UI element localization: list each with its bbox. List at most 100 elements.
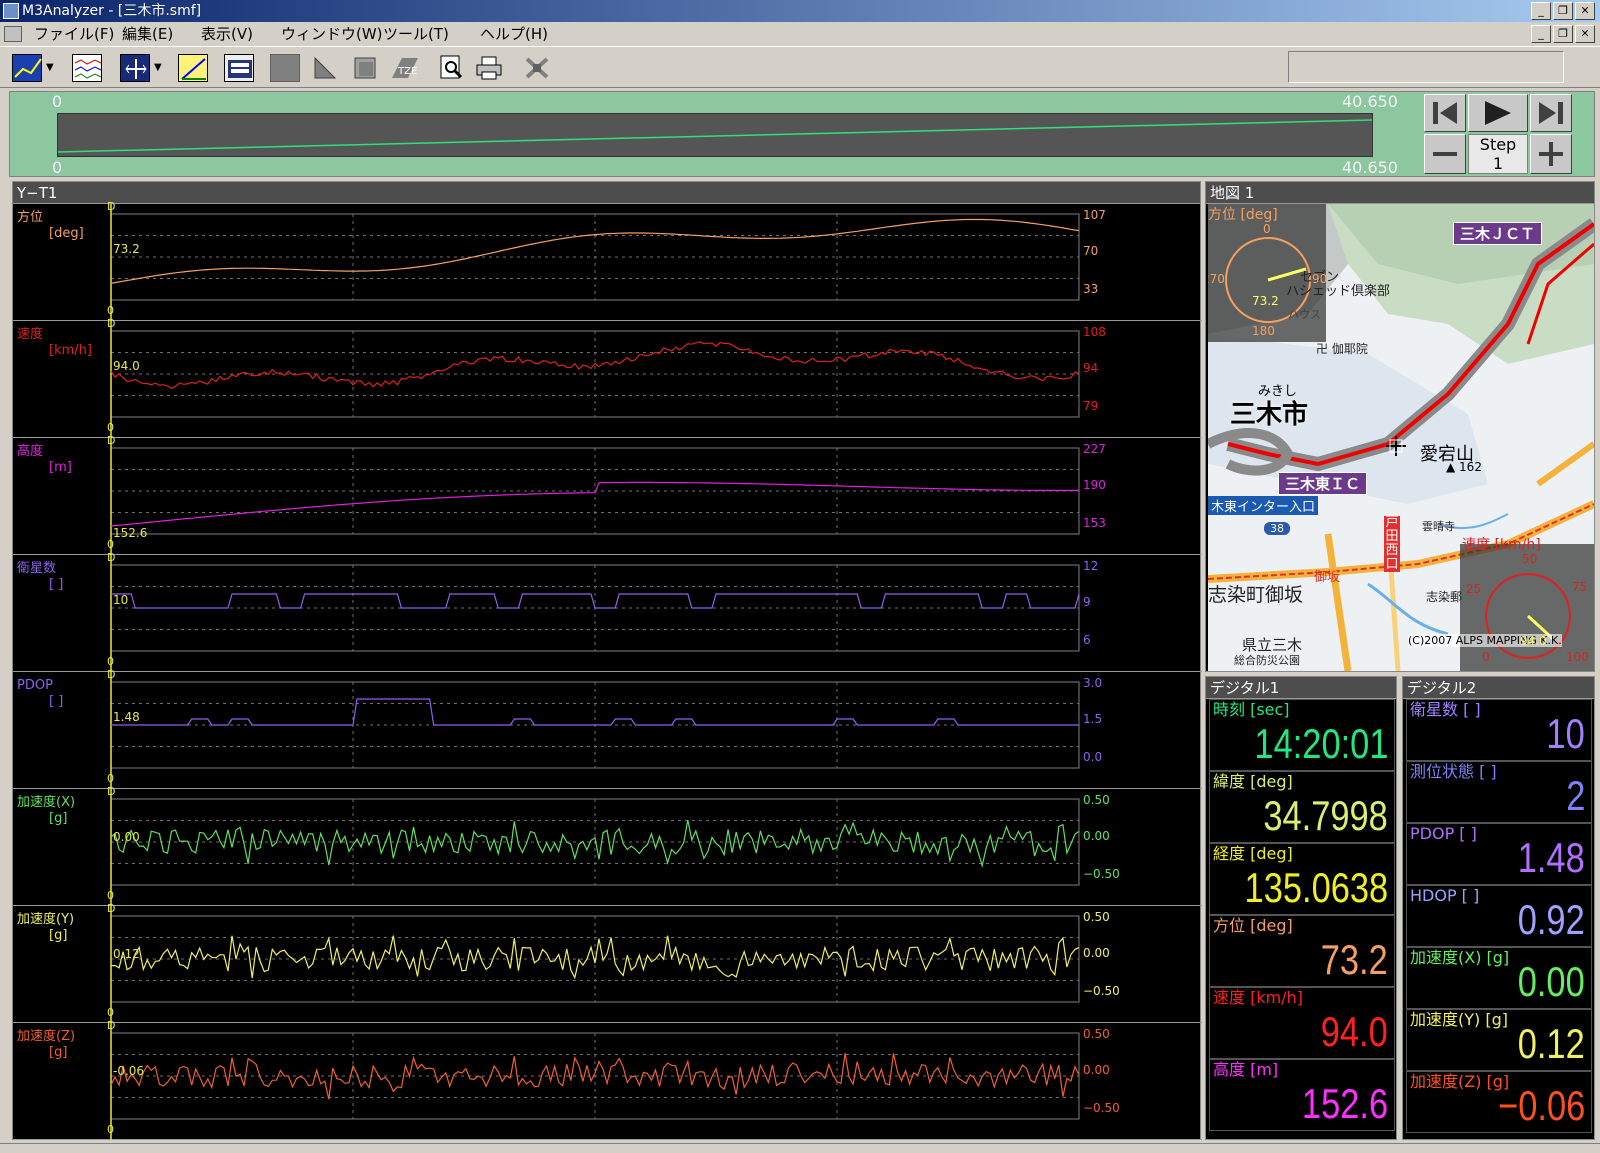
menu-view[interactable]: 表示(V) <box>201 22 253 46</box>
xy-dropdown-icon[interactable]: ▼ <box>154 54 168 82</box>
chart-zero-label: 0 <box>107 655 114 668</box>
menu-edit[interactable]: 編集(E) <box>122 22 173 46</box>
yt-chart[interactable]: 加速度(Y) [g] D 0 0.12 0.50 0.00 −0.50 <box>13 902 1202 1023</box>
map-label-mountain-height: ▲ 162 <box>1446 460 1482 474</box>
chart-plot <box>110 321 1080 438</box>
digital-cell[interactable]: 速度 [km/h] 94.0 <box>1209 987 1395 1059</box>
digital-cell-value: 0.00 <box>1517 958 1585 1005</box>
yt-chart[interactable]: 加速度(Z) [g] D 0 -0.06 0.50 0.00 −0.50 <box>13 1019 1202 1140</box>
play-icon <box>1485 101 1511 125</box>
xy-graph-icon[interactable] <box>120 54 150 82</box>
axis-tick-label: 108 <box>1083 325 1106 339</box>
axis-tick-label: 70 <box>1083 244 1099 258</box>
step-display: Step 1 <box>1468 134 1528 174</box>
chart-current-value: 0.00 <box>113 830 140 844</box>
axis-tick-label: 107 <box>1083 208 1106 222</box>
menu-help[interactable]: ヘルプ(H) <box>480 22 548 46</box>
chart-zero-label: 0 <box>107 421 114 434</box>
print-icon[interactable] <box>474 54 504 82</box>
speed-gauge-75: 75 <box>1572 580 1588 594</box>
digital-cell[interactable]: HDOP [ ] 0.92 <box>1406 885 1592 947</box>
app-icon <box>3 3 19 19</box>
menu-tools[interactable]: ツール(T) <box>383 22 449 46</box>
close-button[interactable]: ✕ <box>1575 2 1595 20</box>
preview-icon[interactable] <box>436 54 466 82</box>
map-label-school2: 総合防災公園 <box>1234 654 1300 667</box>
yt-chart[interactable]: 加速度(X) [g] D 0 0.00 0.50 0.00 −0.50 <box>13 785 1202 906</box>
digital-cell[interactable]: PDOP [ ] 1.48 <box>1406 823 1592 885</box>
minimize-button[interactable]: _ <box>1531 2 1551 20</box>
digital-cell[interactable]: 方位 [deg] 73.2 <box>1209 915 1395 987</box>
digital-cell[interactable]: 経度 [deg] 135.0638 <box>1209 843 1395 915</box>
triangle-icon[interactable] <box>310 54 340 82</box>
toolbar: ▼ ▼ TZE <box>0 46 1600 88</box>
plus-icon <box>1539 142 1563 166</box>
digital-cell-value: 0.12 <box>1517 1020 1585 1067</box>
digital-cell[interactable]: 衛星数 [ ] 10 <box>1406 699 1592 761</box>
digital-cell[interactable]: 加速度(X) [g] 0.00 <box>1406 947 1592 1009</box>
step-forward-button[interactable] <box>1530 94 1572 132</box>
axis-tick-label: 227 <box>1083 442 1106 456</box>
map-view[interactable]: 三木ＪＣＴ 三木東ＩＣ みきし 三木市 愛宕山 ▲ 162 木東インター入口 3… <box>1208 204 1594 671</box>
toolbar-edit-box[interactable] <box>1288 51 1564 83</box>
digital-cell-value: 2 <box>1565 772 1585 819</box>
timeline-start-bottom: 0 <box>52 158 63 177</box>
axis-tick-label: −0.50 <box>1083 1101 1120 1115</box>
digital-cell[interactable]: 高度 [m] 152.6 <box>1209 1059 1395 1131</box>
measure-icon[interactable] <box>178 54 208 82</box>
satellite-icon[interactable] <box>522 54 552 82</box>
timeline-track[interactable] <box>57 113 1373 157</box>
yt-graph-icon[interactable] <box>12 54 42 82</box>
child-restore-button[interactable]: ❐ <box>1553 25 1573 43</box>
map-label-club: ハシェッド倶楽部 <box>1286 284 1391 299</box>
axis-tick-label: 9 <box>1083 595 1091 609</box>
map-label-temple: 卍 伽耶院 <box>1316 342 1368 356</box>
chart-current-value: 94.0 <box>113 359 140 373</box>
yt-chart[interactable]: 衛星数[ ] D 0 10 12 9 6 <box>13 551 1202 672</box>
axis-tick-label: 1.5 <box>1083 712 1103 726</box>
yt-dropdown-icon[interactable]: ▼ <box>46 54 60 82</box>
yt-chart[interactable]: PDOP[ ] D 0 1.48 3.0 1.5 0.0 <box>13 668 1202 789</box>
play-button[interactable] <box>1468 94 1528 132</box>
chart-plot <box>110 555 1080 672</box>
yt-chart[interactable]: 高度 [m] D 0 152.6 227 190 153 <box>13 434 1202 555</box>
menu-file[interactable]: ファイル(F) <box>34 22 114 46</box>
digital-icon[interactable] <box>224 54 254 82</box>
map-label-house: ハウス <box>1288 308 1321 321</box>
digital-cell-label: 速度 [km/h] <box>1213 988 1303 1007</box>
digital-cell[interactable]: 加速度(Y) [g] 0.12 <box>1406 1009 1592 1071</box>
maximize-button[interactable]: ❐ <box>1553 2 1573 20</box>
child-minimize-button[interactable]: _ <box>1531 25 1551 43</box>
map-panel-title: 地図 1 <box>1206 182 1594 204</box>
axis-tick-label: 0.50 <box>1083 793 1110 807</box>
square-icon[interactable] <box>270 54 300 82</box>
heading-gauge-n: 0 <box>1263 222 1271 236</box>
digital-cell[interactable]: 時刻 [sec] 14:20:01 <box>1209 699 1395 771</box>
minus-icon <box>1433 152 1457 156</box>
child-close-button[interactable]: ✕ <box>1575 25 1595 43</box>
chart-current-value: -0.06 <box>113 1064 145 1078</box>
menu-window[interactable]: ウィンドウ(W) <box>281 22 383 46</box>
step-decrease-button[interactable] <box>1424 134 1466 174</box>
step-increase-button[interactable] <box>1530 134 1572 174</box>
digital-cell[interactable]: 緯度 [deg] 34.7998 <box>1209 771 1395 843</box>
axis-tick-label: 94 <box>1083 361 1099 375</box>
digital-cell[interactable]: 測位状態 [ ] 2 <box>1406 761 1592 823</box>
chart-d-label: D <box>107 434 116 447</box>
axis-tick-label: −0.50 <box>1083 867 1120 881</box>
step-label: Step <box>1479 135 1517 154</box>
axis-tick-label: 12 <box>1083 559 1099 573</box>
yt-chart[interactable]: 速度 [km/h] D 0 94.0 108 94 79 <box>13 317 1202 438</box>
digital-cell-label: 測位状態 [ ] <box>1410 762 1497 781</box>
yt-chart[interactable]: 方位 [deg] D 0 73.2 107 70 33 <box>13 200 1202 321</box>
axis-tick-label: 33 <box>1083 282 1099 296</box>
map-label-route: 38 <box>1264 522 1290 535</box>
step-back-button[interactable] <box>1424 94 1466 132</box>
frame-icon[interactable] <box>350 54 380 82</box>
document-icon[interactable] <box>4 26 22 42</box>
digital-cell[interactable]: 加速度(Z) [g] −0.06 <box>1406 1071 1592 1133</box>
chart-plot <box>110 1023 1080 1140</box>
map-panel: 地図 1 三木ＪＣＴ 三木東ＩＣ みきし 三木市 愛宕山 ▲ 162 木東インタ… <box>1205 181 1595 672</box>
multi-graph-icon[interactable] <box>72 54 102 82</box>
tze-icon[interactable]: TZE <box>388 54 418 82</box>
